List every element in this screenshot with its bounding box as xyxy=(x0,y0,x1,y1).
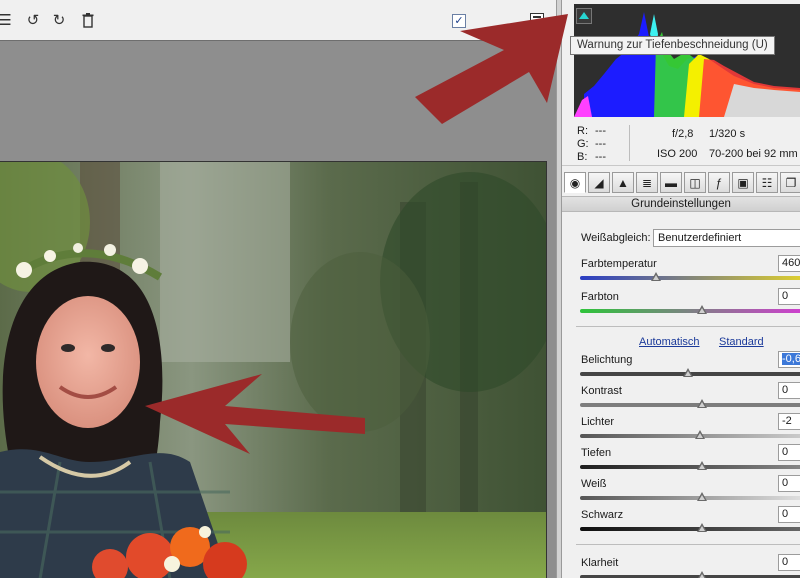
shadows-slider[interactable] xyxy=(580,461,800,470)
tab-hsl[interactable]: ≣ xyxy=(636,172,658,193)
clarity-slider-thumb[interactable] xyxy=(696,571,707,578)
shadow-clipping-warning-button[interactable] xyxy=(576,8,592,24)
exposure-slider-thumb[interactable] xyxy=(683,368,694,377)
tint-label: Farbton xyxy=(581,291,619,303)
clarity-label: Klarheit xyxy=(581,557,619,569)
tint-value[interactable]: 0 xyxy=(778,288,800,305)
rotate-right-icon[interactable]: ↻ xyxy=(50,11,68,29)
highlights-slider[interactable] xyxy=(580,430,800,439)
temperature-label: Farbtemperatur xyxy=(581,258,657,270)
info-separator xyxy=(629,125,630,161)
tint-slider-thumb[interactable] xyxy=(696,305,707,314)
panel-tabs: ◉ ◢ ▲ ≣ ▬ ◫ ƒ ▣ ☷ ❐ xyxy=(562,170,800,194)
shutter-speed: 1/320 s xyxy=(709,128,746,140)
tab-effects[interactable]: ƒ xyxy=(708,172,730,193)
blacks-slider-thumb[interactable] xyxy=(696,523,707,532)
shadows-value[interactable]: 0 xyxy=(778,444,800,461)
temperature-slider-thumb[interactable] xyxy=(650,272,661,281)
lens-info: 70-200 bei 92 mm xyxy=(709,148,798,160)
tint-slider[interactable] xyxy=(580,305,800,314)
whites-slider[interactable] xyxy=(580,492,800,501)
tab-snapshots[interactable]: ❐ xyxy=(780,172,800,193)
contrast-slider-thumb[interactable] xyxy=(696,399,707,408)
whites-value[interactable]: 0 xyxy=(778,475,800,492)
tab-presets[interactable]: ☷ xyxy=(756,172,778,193)
adjustments-panel: Warnung zur Tiefenbeschneidung (U) R: ---… xyxy=(562,0,800,578)
tab-camera-calibration[interactable]: ▣ xyxy=(732,172,754,193)
highlights-slider-thumb[interactable] xyxy=(694,430,705,439)
exposure-value[interactable]: -0,6 xyxy=(778,351,800,368)
iso: ISO 200 xyxy=(657,148,698,160)
histogram xyxy=(574,4,800,117)
tab-detail[interactable]: ▲ xyxy=(612,172,634,193)
contrast-slider[interactable] xyxy=(580,399,800,408)
section-title: Grundeinstellungen xyxy=(562,196,800,212)
r-readout: R: --- xyxy=(577,125,606,137)
temperature-slider[interactable] xyxy=(580,272,800,281)
highlights-label: Lichter xyxy=(581,416,615,428)
tab-tone-curve[interactable]: ◢ xyxy=(588,172,610,193)
rotate-left-icon[interactable]: ↺ xyxy=(24,11,42,29)
whites-label: Weiß xyxy=(581,478,607,490)
white-balance-select[interactable]: Benutzerdefiniert xyxy=(653,229,800,247)
annotation-arrow xyxy=(415,14,568,124)
divider-line xyxy=(576,326,800,327)
white-balance-label: Weißabgleich: xyxy=(581,232,651,244)
image-info: R: --- G: --- B: --- f/2,8 1/320 s ISO 200 … xyxy=(562,118,800,166)
exposure-slider[interactable] xyxy=(580,368,800,377)
photo-preview[interactable] xyxy=(0,161,547,578)
blacks-slider[interactable] xyxy=(580,523,800,532)
exposure-label: Belichtung xyxy=(581,354,633,366)
portrait-photo xyxy=(0,162,546,578)
default-link[interactable]: Standard xyxy=(719,336,764,348)
contrast-value[interactable]: 0 xyxy=(778,382,800,399)
histogram-graph xyxy=(574,12,800,117)
clipping-tooltip: Warnung zur Tiefenbeschneidung (U) xyxy=(570,36,775,55)
trash-icon[interactable] xyxy=(79,11,97,29)
list-icon[interactable]: ☰ xyxy=(0,11,14,29)
shadows-slider-thumb[interactable] xyxy=(696,461,707,470)
temperature-value[interactable]: 460 xyxy=(778,255,800,272)
contrast-label: Kontrast xyxy=(581,385,622,397)
g-readout: G: --- xyxy=(577,138,606,150)
tab-basic[interactable]: ◉ xyxy=(564,172,586,193)
blacks-value[interactable]: 0 xyxy=(778,506,800,523)
tab-lens-corrections[interactable]: ◫ xyxy=(684,172,706,193)
aperture: f/2,8 xyxy=(672,128,694,140)
shadows-label: Tiefen xyxy=(581,447,612,459)
highlights-value[interactable]: -2 xyxy=(778,413,800,430)
tab-split-toning[interactable]: ▬ xyxy=(660,172,682,193)
b-readout: B: --- xyxy=(577,151,606,163)
divider-line xyxy=(576,544,800,545)
clarity-value[interactable]: 0 xyxy=(778,554,800,571)
whites-slider-thumb[interactable] xyxy=(696,492,707,501)
auto-link[interactable]: Automatisch xyxy=(639,336,700,348)
blacks-label: Schwarz xyxy=(581,509,624,521)
